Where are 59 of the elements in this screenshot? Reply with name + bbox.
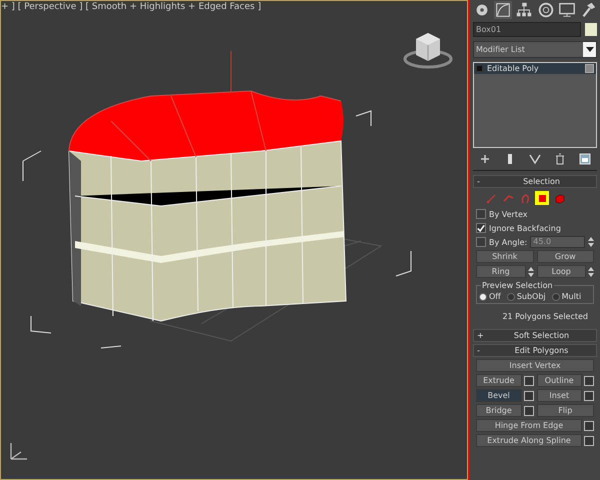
display-tab-icon[interactable] [558, 1, 576, 19]
caret-icon [586, 47, 594, 52]
radio-label: SubObj [516, 292, 546, 301]
angle-value: 45.0 [533, 237, 552, 246]
panel-button[interactable]: Bevel [476, 389, 522, 402]
checkbox-label: By Vertex [489, 210, 528, 218]
spinner-arrows-icon[interactable] [588, 266, 594, 278]
checkbox[interactable] [476, 223, 486, 233]
checkbox-label: By Angle: [489, 238, 528, 246]
panel-button[interactable]: Extrude [476, 374, 522, 387]
radio-button[interactable] [552, 292, 560, 300]
hierarchy-tab-icon[interactable] [515, 1, 534, 19]
stack-item-label: Editable Poly [487, 64, 539, 73]
group-title: Preview Selection [481, 281, 554, 290]
panel-button[interactable]: Outline [536, 374, 582, 387]
panel-button[interactable]: Insert Vertex [476, 359, 594, 372]
angle-field[interactable]: 45.0 [530, 236, 585, 248]
object-color-swatch[interactable] [585, 23, 597, 36]
motion-tab-icon[interactable] [536, 1, 555, 19]
radio-button[interactable] [479, 292, 487, 300]
spinner-arrows-icon[interactable] [528, 266, 534, 278]
pin-icon[interactable] [479, 153, 492, 165]
panel-button[interactable]: Loop [536, 265, 586, 278]
panel-button[interactable]: Hinge From Edge [476, 419, 582, 432]
panel-button[interactable]: Flip [536, 404, 594, 417]
object-name-field[interactable]: Box01 [473, 22, 581, 37]
checkbox[interactable] [476, 209, 486, 219]
polygon-level-icon[interactable] [535, 191, 549, 205]
panel-button[interactable]: Inset [536, 389, 582, 402]
modifier-list-dropdown[interactable]: Modifier List [473, 41, 597, 58]
selection-status: 21 Polygons Selected [501, 311, 589, 323]
rollout-header[interactable]: - Edit Polygons [473, 344, 597, 357]
panel-button[interactable]: Ring [476, 265, 526, 278]
panel-button[interactable]: Grow [536, 250, 594, 263]
panel-button[interactable]: Bridge [476, 404, 522, 417]
radio-label: Off [489, 292, 501, 301]
toggle-sign: + [476, 331, 485, 340]
radio-label: Multi [562, 292, 582, 301]
checkbox[interactable] [476, 237, 486, 247]
modifier-stack[interactable]: Editable Poly [473, 62, 597, 148]
rollout-header[interactable]: - Selection [473, 175, 597, 188]
toggle-sign: - [476, 346, 481, 355]
rollout-header[interactable]: + Soft Selection [473, 329, 597, 342]
radio-button[interactable] [506, 292, 515, 300]
configure-icon[interactable] [578, 153, 591, 165]
panel-button[interactable]: Extrude Along Spline [476, 434, 582, 447]
rollout-title: Selection [522, 177, 561, 186]
modify-tab-icon[interactable] [494, 1, 512, 19]
spinner-arrows-icon[interactable] [588, 236, 594, 248]
checkbox-label: Ignore Backfacing [489, 224, 561, 232]
trash-icon[interactable] [554, 153, 566, 165]
fork-icon[interactable] [528, 153, 541, 165]
panel-button[interactable]: Shrink [476, 250, 534, 263]
dropdown-value: Modifier List [476, 45, 525, 54]
rollout-title: Soft Selection [512, 331, 570, 340]
toggle-sign: - [476, 177, 481, 186]
viewport[interactable]: + ] [ Perspective ] [ Smooth + Highlights + Edged Faces ] [0, 0, 468, 480]
viewport-label[interactable]: + ] [ Perspective ] [ Smooth + Highlights + Edged Faces ] [1, 2, 262, 12]
rollout-title: Edit Polygons [514, 346, 570, 355]
